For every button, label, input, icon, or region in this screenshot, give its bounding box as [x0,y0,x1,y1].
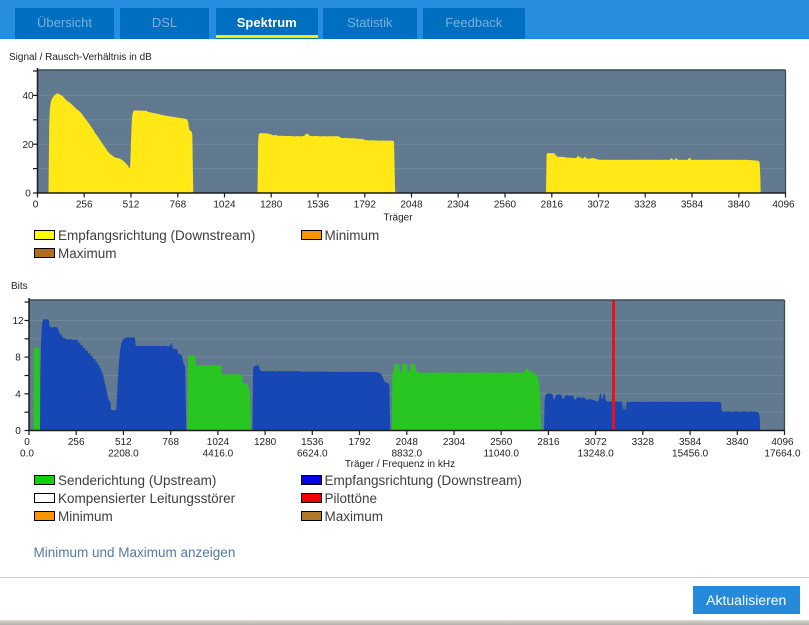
svg-text:2048: 2048 [400,200,423,211]
svg-text:Träger / Frequenz in kHz: Träger / Frequenz in kHz [345,459,455,470]
svg-text:11040.0: 11040.0 [483,449,519,460]
svg-text:2304: 2304 [447,200,470,211]
svg-text:3328: 3328 [632,437,655,448]
svg-text:8832.0: 8832.0 [392,449,423,460]
svg-text:3072: 3072 [587,200,610,211]
svg-text:4: 4 [15,389,21,400]
svg-text:1536: 1536 [301,437,324,448]
svg-text:0: 0 [24,437,30,448]
svg-text:0: 0 [25,189,31,200]
svg-text:3328: 3328 [634,200,657,211]
svg-text:2816: 2816 [541,200,564,211]
svg-text:1280: 1280 [260,200,283,211]
svg-text:20: 20 [22,140,34,151]
svg-text:15456.0: 15456.0 [672,449,709,460]
svg-text:1024: 1024 [213,200,236,211]
svg-text:2048: 2048 [396,437,419,448]
svg-text:8: 8 [15,353,21,364]
svg-text:12: 12 [12,316,24,327]
svg-text:768: 768 [162,437,179,448]
svg-text:17664.0: 17664.0 [764,449,801,460]
svg-text:256: 256 [76,200,93,211]
svg-text:3072: 3072 [584,437,607,448]
svg-text:768: 768 [169,200,186,211]
svg-text:512: 512 [123,200,140,211]
svg-text:256: 256 [68,437,85,448]
svg-text:13248.0: 13248.0 [578,449,615,460]
svg-text:1792: 1792 [354,200,377,211]
svg-text:3840: 3840 [728,200,751,211]
svg-text:1024: 1024 [207,437,230,448]
svg-text:0: 0 [33,200,39,211]
svg-text:3840: 3840 [726,437,749,448]
svg-text:0: 0 [15,426,21,437]
svg-text:2560: 2560 [494,200,517,211]
svg-text:3584: 3584 [679,437,702,448]
svg-text:4096: 4096 [772,200,795,211]
svg-text:4416.0: 4416.0 [203,449,234,460]
svg-text:3584: 3584 [681,200,704,211]
svg-text:2208.0: 2208.0 [108,449,139,460]
svg-text:1792: 1792 [348,437,371,448]
svg-text:0.0: 0.0 [20,449,34,460]
svg-text:1280: 1280 [254,437,277,448]
svg-text:40: 40 [22,91,34,102]
svg-text:2304: 2304 [443,437,466,448]
svg-text:512: 512 [115,437,132,448]
svg-text:2816: 2816 [537,437,560,448]
svg-text:1536: 1536 [307,200,330,211]
svg-text:2560: 2560 [490,437,513,448]
svg-text:6624.0: 6624.0 [297,449,328,460]
svg-text:Träger: Träger [383,213,413,224]
svg-text:4096: 4096 [771,437,794,448]
